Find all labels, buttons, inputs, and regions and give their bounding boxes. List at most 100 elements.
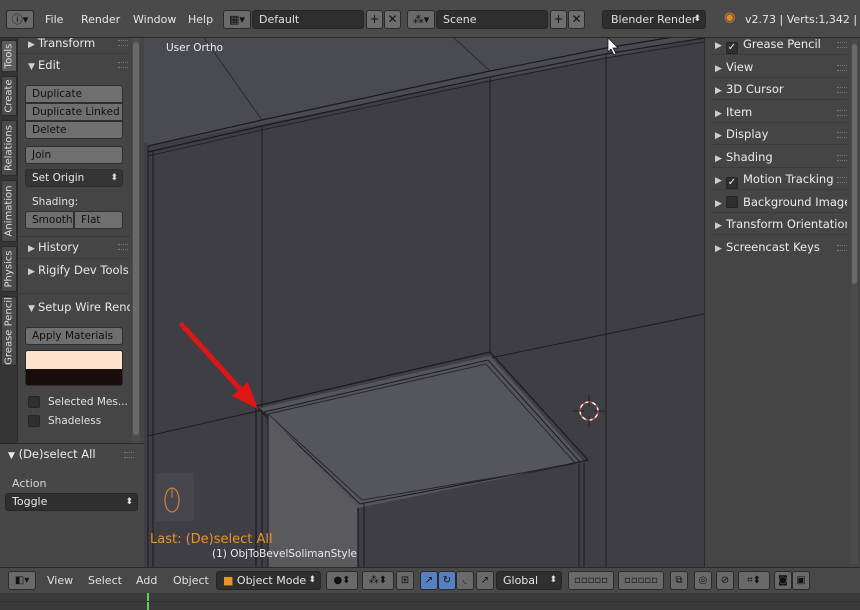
drag-grip-icon[interactable] [837, 177, 847, 183]
drag-grip-icon[interactable] [118, 244, 128, 250]
drag-grip-icon[interactable] [837, 87, 847, 93]
scrollbar-thumb[interactable] [852, 44, 857, 284]
menu-view[interactable]: View [47, 574, 73, 587]
panel-item[interactable]: ▶ Item [711, 102, 847, 123]
edit-panel-header[interactable]: ▼ Edit [18, 55, 130, 75]
tab-tools[interactable]: Tools [1, 40, 17, 72]
join-button[interactable]: Join [25, 146, 123, 164]
render-engine-select[interactable]: Blender Render ⬍ [602, 10, 706, 29]
tool-shelf-scrollbar[interactable] [132, 38, 140, 443]
3d-viewport[interactable]: User Ortho Last: (De)select All (1) ObjT… [144, 38, 704, 567]
tab-physics[interactable]: Physics [1, 246, 17, 292]
pivot-point-icon[interactable]: ⁂⬍ [362, 571, 394, 590]
apply-materials-button[interactable]: Apply Materials [25, 327, 123, 345]
proportional-edit-icon[interactable]: ◎ [694, 571, 712, 590]
drag-grip-icon[interactable] [837, 65, 847, 71]
drag-grip-icon[interactable] [118, 62, 128, 68]
menu-render[interactable]: Render [81, 12, 120, 27]
menu-window[interactable]: Window [133, 12, 176, 27]
menu-add[interactable]: Add [136, 574, 157, 587]
panel-motion-tracking[interactable]: ▶ ✓ Motion Tracking [711, 169, 847, 190]
panel-3d-cursor[interactable]: ▶ 3D Cursor [711, 79, 847, 100]
rotate-manipulator-icon[interactable]: ↻ [438, 571, 456, 590]
panel-display[interactable]: ▶ Display [711, 124, 847, 145]
rigify-panel-header[interactable]: ▶ Rigify Dev Tools [18, 260, 130, 280]
render-animation-icon[interactable]: ▣ [792, 571, 810, 590]
render-camera-icon[interactable]: ◙ [774, 571, 792, 590]
viewport-shading-icon[interactable]: ●⬍ [326, 571, 358, 590]
grease-pencil-checkbox[interactable]: ✓ [726, 42, 738, 54]
collapsed-triangle-icon: ▶ [715, 86, 722, 96]
duplicate-button[interactable]: Duplicate [25, 85, 123, 103]
dropdown-arrows-icon: ⬍ [308, 575, 316, 585]
menu-file[interactable]: File [45, 12, 63, 27]
history-panel-header[interactable]: ▶ History [18, 237, 130, 257]
layer-buttons-1[interactable]: ▫▫▫▫▫ [568, 571, 614, 590]
last-operator-panel: ▼ (De)select All Action Toggle ⬍ [0, 443, 144, 567]
scale-manipulator-icon-2[interactable]: ↗ [476, 571, 494, 590]
panel-view[interactable]: ▶ View [711, 57, 847, 78]
add-layout-button[interactable]: + [366, 10, 383, 29]
screen-layout-field[interactable]: Default [252, 10, 364, 29]
layer-buttons-2[interactable]: ▫▫▫▫▫ [618, 571, 664, 590]
divider [18, 258, 130, 259]
menu-select[interactable]: Select [88, 574, 122, 587]
panel-screencast-keys[interactable]: ▶ Screencast Keys [711, 237, 847, 258]
snap-toggle-icon[interactable]: ⊘ [716, 571, 734, 590]
tab-relations[interactable]: Relations [1, 120, 17, 176]
timeline-strip[interactable] [0, 593, 860, 610]
drag-grip-icon[interactable] [118, 40, 128, 46]
manipulator-toggle-icon[interactable]: ⊞ [396, 571, 414, 590]
background-images-checkbox[interactable] [726, 196, 738, 208]
motion-tracking-checkbox[interactable]: ✓ [726, 177, 738, 189]
shadeless-checkbox[interactable] [28, 415, 40, 427]
menu-object[interactable]: Object [173, 574, 209, 587]
tab-grease-pencil[interactable]: Grease Pencil [1, 296, 17, 366]
setup-wire-panel-header[interactable]: ▼ Setup Wire Rend [18, 297, 130, 317]
interaction-mode-select[interactable]: ■ Object Mode ⬍ [216, 571, 321, 590]
action-select[interactable]: Toggle ⬍ [5, 493, 138, 511]
transform-orientation-select[interactable]: Global ⬍ [496, 571, 562, 590]
drag-grip-icon[interactable] [837, 42, 847, 48]
wire-color-swatch[interactable] [25, 350, 123, 386]
panel-shading[interactable]: ▶ Shading [711, 147, 847, 168]
editor-type-info-icon[interactable]: ⓘ▾ [6, 10, 34, 29]
remove-scene-button[interactable]: ✕ [568, 10, 585, 29]
drag-grip-icon[interactable] [124, 452, 134, 458]
flat-shading-button[interactable]: Flat [74, 211, 123, 229]
dropdown-arrows-icon: ⬍ [693, 14, 701, 24]
transform-panel-header[interactable]: ▶ Transform [18, 38, 130, 53]
scene-icon[interactable]: ⁂▾ [407, 10, 435, 29]
tab-create[interactable]: Create [1, 76, 17, 116]
tab-animation[interactable]: Animation [1, 180, 17, 242]
wire-color-swatch-dark [26, 369, 122, 385]
properties-scrollbar[interactable] [851, 40, 858, 564]
smooth-shading-button[interactable]: Smooth [25, 211, 74, 229]
panel-transform-orientations[interactable]: ▶ Transform Orientations [711, 214, 847, 235]
selected-mesh-checkbox[interactable] [28, 396, 40, 408]
panel-grease-pencil[interactable]: ▶ ✓ Grease Pencil [711, 34, 847, 55]
remove-layout-button[interactable]: ✕ [384, 10, 401, 29]
scene-field[interactable]: Scene [436, 10, 548, 29]
shadeless-label: Shadeless [48, 415, 102, 427]
screen-layout-icon[interactable]: ▦▾ [223, 10, 251, 29]
drag-grip-icon[interactable] [837, 132, 847, 138]
menu-help[interactable]: Help [188, 12, 213, 27]
add-scene-button[interactable]: + [550, 10, 567, 29]
drag-grip-icon[interactable] [837, 245, 847, 251]
drag-grip-icon[interactable] [837, 110, 847, 116]
translate-manipulator-icon[interactable]: ↗ [420, 571, 438, 590]
duplicate-linked-button[interactable]: Duplicate Linked [25, 103, 123, 121]
snap-element-icon[interactable]: ⌗⬍ [738, 571, 770, 590]
action-label: Action [12, 477, 47, 490]
delete-button[interactable]: Delete [25, 121, 123, 139]
scrollbar-thumb[interactable] [133, 42, 139, 435]
drag-grip-icon[interactable] [837, 155, 847, 161]
panel-background-images[interactable]: ▶ Background Images [711, 192, 847, 213]
editor-type-3d-icon[interactable]: ◧▾ [8, 571, 36, 590]
set-origin-menu[interactable]: Set Origin ⬍ [25, 169, 123, 187]
scale-manipulator-icon[interactable]: ◟ [456, 571, 474, 590]
collapsed-triangle-icon: ▶ [715, 131, 722, 141]
lock-layers-icon[interactable]: ⧉ [670, 571, 688, 590]
operator-panel-header[interactable]: ▼ (De)select All [8, 447, 96, 461]
